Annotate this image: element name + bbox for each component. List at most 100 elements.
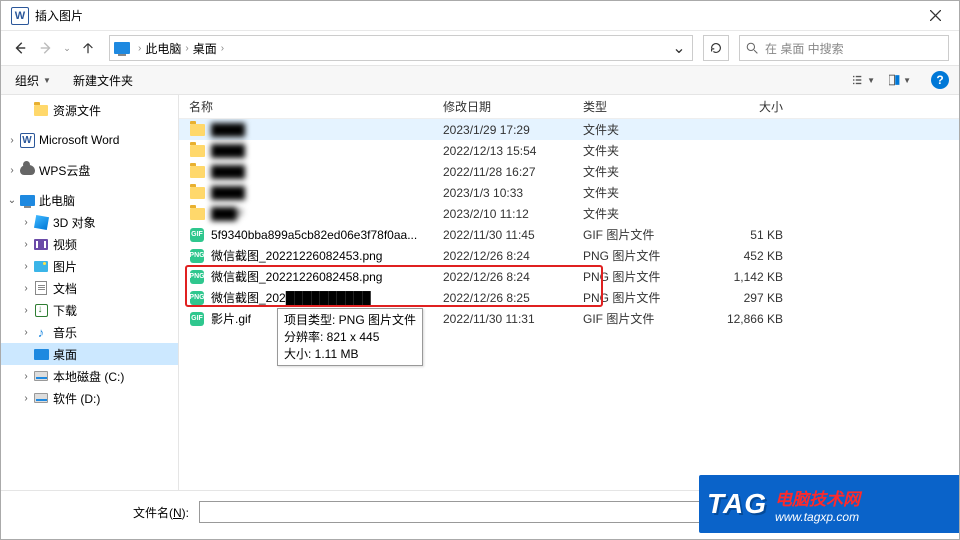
file-row[interactable]: ████2022/12/13 15:54文件夹	[179, 140, 959, 161]
nav-history-button[interactable]: ⌄	[61, 37, 73, 59]
view-mode-button[interactable]: ▼	[853, 69, 875, 91]
new-folder-button[interactable]: 新建文件夹	[69, 70, 137, 91]
tree-item[interactable]: ›♪音乐	[1, 321, 178, 343]
crumb-current[interactable]: 桌面	[193, 40, 217, 57]
twisty-icon[interactable]: ›	[5, 165, 19, 176]
nav-up-button[interactable]	[77, 37, 99, 59]
file-row[interactable]: ████2022/11/28 16:27文件夹	[179, 161, 959, 182]
watermark-tag: TAG	[707, 488, 767, 520]
column-type[interactable]: 类型	[583, 98, 705, 115]
close-icon	[930, 10, 941, 21]
crumb-root[interactable]: 此电脑	[145, 40, 181, 57]
filename-input[interactable]: ⌄	[199, 501, 737, 523]
watermark-line1: 电脑技术网	[775, 485, 860, 510]
toolbar: 组织 ▼ 新建文件夹 ▼ ▼ ?	[1, 65, 959, 95]
gif-file-icon: GIF	[189, 227, 205, 243]
file-rows: ████2023/1/29 17:29文件夹████2022/12/13 15:…	[179, 119, 959, 490]
twisty-icon[interactable]: ›	[19, 217, 33, 228]
column-size[interactable]: 大小	[705, 98, 795, 115]
new-folder-label: 新建文件夹	[73, 72, 133, 89]
twisty-icon[interactable]: ›	[19, 371, 33, 382]
doc-icon	[33, 280, 49, 296]
file-name: ████	[211, 123, 443, 137]
tree-item-label: 图片	[53, 258, 77, 275]
folder-file-icon	[189, 206, 205, 222]
preview-pane-button[interactable]: ▼	[889, 69, 911, 91]
file-date: 2022/12/26 8:24	[443, 270, 583, 284]
twisty-icon[interactable]: ›	[19, 305, 33, 316]
tree-item[interactable]: › 图片	[1, 255, 178, 277]
file-date: 2023/2/10 11:12	[443, 207, 583, 221]
search-placeholder: 在 桌面 中搜索	[765, 40, 844, 57]
folder-file-icon	[189, 185, 205, 201]
tree-item[interactable]: ›下载	[1, 299, 178, 321]
organize-button[interactable]: 组织 ▼	[11, 70, 55, 91]
twisty-icon[interactable]: ›	[19, 283, 33, 294]
file-size: 297 KB	[705, 291, 795, 305]
tooltip: 项目类型: PNG 图片文件 分辨率: 821 x 445 大小: 1.11 M…	[277, 308, 423, 366]
twisty-icon[interactable]: ›	[19, 393, 33, 404]
video-icon	[33, 236, 49, 252]
address-dropdown-button[interactable]: ⌄	[670, 38, 688, 58]
twisty-icon[interactable]: ›	[5, 135, 19, 146]
refresh-button[interactable]	[703, 35, 729, 61]
file-row[interactable]: GIF5f9340bba899a5cb82ed06e3f78f0aa...202…	[179, 224, 959, 245]
twisty-icon[interactable]: ⌄	[5, 195, 19, 206]
tree-item[interactable]: 桌面	[1, 343, 178, 365]
tree-item-label: WPS云盘	[39, 162, 90, 179]
nav-back-button[interactable]	[9, 37, 31, 59]
tree-item[interactable]: ›本地磁盘 (C:)	[1, 365, 178, 387]
folder-file-icon	[189, 143, 205, 159]
file-row[interactable]: ████2023/1/3 10:33文件夹	[179, 182, 959, 203]
pic-icon	[33, 258, 49, 274]
file-type: PNG 图片文件	[583, 247, 705, 264]
png-file-icon: PNG	[189, 269, 205, 285]
file-type: GIF 图片文件	[583, 310, 705, 327]
tree-item[interactable]: ›WMicrosoft Word	[1, 129, 178, 151]
file-type: 文件夹	[583, 205, 705, 222]
chevron-down-icon: ▼	[867, 76, 875, 85]
close-button[interactable]	[915, 2, 955, 30]
tree-item[interactable]: ›3D 对象	[1, 211, 178, 233]
file-name: ████	[211, 165, 443, 179]
file-type: GIF 图片文件	[583, 226, 705, 243]
dl-icon	[33, 302, 49, 318]
file-row[interactable]: PNG微信截图_20221226082453.png2022/12/26 8:2…	[179, 245, 959, 266]
tree-item[interactable]: ›软件 (D:)	[1, 387, 178, 409]
tree-item[interactable]: 资源文件	[1, 99, 178, 121]
filename-label: 文件名(N):	[133, 501, 189, 521]
gif-file-icon: GIF	[189, 311, 205, 327]
file-row[interactable]: ███F2023/2/10 11:12文件夹	[179, 203, 959, 224]
tree-item[interactable]: ›视频	[1, 233, 178, 255]
arrow-right-icon	[39, 41, 53, 55]
tree-item[interactable]: ⌄此电脑	[1, 189, 178, 211]
file-date: 2022/11/28 16:27	[443, 165, 583, 179]
tree-item-label: 桌面	[53, 346, 77, 363]
organize-label: 组织	[15, 72, 39, 89]
tree-item[interactable]: › WPS云盘	[1, 159, 178, 181]
nav-forward-button[interactable]	[35, 37, 57, 59]
file-date: 2023/1/3 10:33	[443, 186, 583, 200]
twisty-icon[interactable]: ›	[19, 239, 33, 250]
column-name[interactable]: 名称	[179, 98, 443, 115]
file-name: 微信截图_202██████████	[211, 289, 443, 306]
tooltip-size: 大小: 1.11 MB	[284, 346, 416, 363]
chevron-right-icon: ›	[221, 43, 224, 54]
file-row[interactable]: PNG微信截图_20221226082458.png2022/12/26 8:2…	[179, 266, 959, 287]
tree-item[interactable]: ›文档	[1, 277, 178, 299]
twisty-icon[interactable]: ›	[19, 261, 33, 272]
preview-pane-icon	[889, 73, 900, 87]
word-icon: W	[19, 132, 35, 148]
file-row[interactable]: ████2023/1/29 17:29文件夹	[179, 119, 959, 140]
title-bar: W 插入图片	[1, 1, 959, 31]
search-input[interactable]: 在 桌面 中搜索	[739, 35, 949, 61]
column-date[interactable]: 修改日期	[443, 98, 583, 115]
file-date: 2022/11/30 11:45	[443, 228, 583, 242]
help-button[interactable]: ?	[931, 71, 949, 89]
folder-file-icon	[189, 164, 205, 180]
twisty-icon[interactable]: ›	[19, 327, 33, 338]
file-size: 452 KB	[705, 249, 795, 263]
file-row[interactable]: PNG微信截图_202██████████2022/12/26 8:25PNG …	[179, 287, 959, 308]
address-bar[interactable]: › 此电脑 › 桌面 › ⌄	[109, 35, 693, 61]
file-date: 2022/12/26 8:24	[443, 249, 583, 263]
